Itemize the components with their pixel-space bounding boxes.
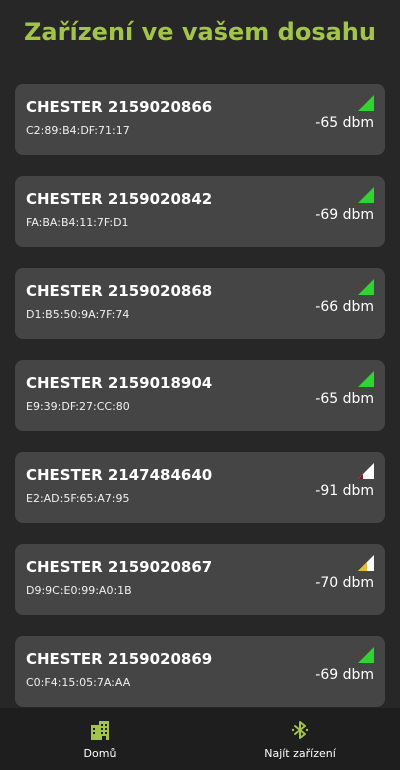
- device-card[interactable]: CHESTER 2159020867 D9:9C:E0:99:A0:1B -70…: [15, 544, 385, 615]
- device-name: CHESTER 2159020866: [26, 98, 213, 116]
- device-card[interactable]: CHESTER 2159020842 FA:BA:B4:11:7F:D1 -69…: [15, 176, 385, 247]
- signal-fill: [358, 371, 374, 387]
- nav-label-find-devices: Najít zařízení: [264, 746, 336, 760]
- bottom-navigation: Domů Najít zařízení: [0, 708, 400, 770]
- bluetooth-icon: [291, 720, 309, 739]
- nav-item-home[interactable]: Domů: [0, 708, 200, 770]
- device-mac: E9:39:DF:27:CC:80: [26, 400, 130, 413]
- signal-strength-icon: [358, 371, 374, 387]
- signal-fill: [358, 187, 374, 203]
- signal-fill: [358, 95, 374, 111]
- nav-item-find-devices[interactable]: Najít zařízení: [200, 708, 400, 770]
- device-mac: FA:BA:B4:11:7F:D1: [26, 216, 129, 229]
- device-name: CHESTER 2147484640: [26, 466, 213, 484]
- device-mac: D1:B5:50:9A:7F:74: [26, 308, 130, 321]
- device-signal: -66 dbm: [315, 299, 374, 315]
- device-card[interactable]: CHESTER 2159018904 E9:39:DF:27:CC:80 -65…: [15, 360, 385, 431]
- signal-strength-icon: [358, 647, 374, 663]
- signal-fill: [358, 647, 374, 663]
- device-name: CHESTER 2159020869: [26, 650, 213, 668]
- page-title: Zařízení ve vašem dosahu: [24, 18, 376, 46]
- device-name: CHESTER 2159020868: [26, 282, 213, 300]
- device-mac: E2:AD:5F:65:A7:95: [26, 492, 130, 505]
- signal-strength-icon: [358, 463, 374, 479]
- signal-level-fill: [358, 562, 367, 571]
- signal-level-fill: [358, 474, 363, 479]
- device-list: CHESTER 2159020866 C2:89:B4:DF:71:17 -65…: [15, 84, 385, 728]
- device-signal: -65 dbm: [315, 391, 374, 407]
- signal-strength-icon: [358, 279, 374, 295]
- buildings-icon: [91, 720, 109, 740]
- device-card[interactable]: CHESTER 2159020868 D1:B5:50:9A:7F:74 -66…: [15, 268, 385, 339]
- device-name: CHESTER 2159020867: [26, 558, 213, 576]
- signal-strength-icon: [358, 187, 374, 203]
- device-card[interactable]: CHESTER 2159020866 C2:89:B4:DF:71:17 -65…: [15, 84, 385, 155]
- device-mac: C2:89:B4:DF:71:17: [26, 124, 130, 137]
- device-signal: -69 dbm: [315, 207, 374, 223]
- signal-strength-icon: [358, 95, 374, 111]
- device-mac: C0:F4:15:05:7A:AA: [26, 676, 131, 689]
- device-signal: -70 dbm: [315, 575, 374, 591]
- device-card[interactable]: CHESTER 2159020869 C0:F4:15:05:7A:AA -69…: [15, 636, 385, 707]
- device-mac: D9:9C:E0:99:A0:1B: [26, 584, 132, 597]
- device-signal: -91 dbm: [315, 483, 374, 499]
- device-card[interactable]: CHESTER 2147484640 E2:AD:5F:65:A7:95 -91…: [15, 452, 385, 523]
- signal-fill: [358, 279, 374, 295]
- nav-label-home: Domů: [83, 746, 117, 760]
- device-signal: -65 dbm: [315, 115, 374, 131]
- device-name: CHESTER 2159020842: [26, 190, 213, 208]
- signal-strength-icon: [358, 555, 374, 571]
- device-signal: -69 dbm: [315, 667, 374, 683]
- device-name: CHESTER 2159018904: [26, 374, 213, 392]
